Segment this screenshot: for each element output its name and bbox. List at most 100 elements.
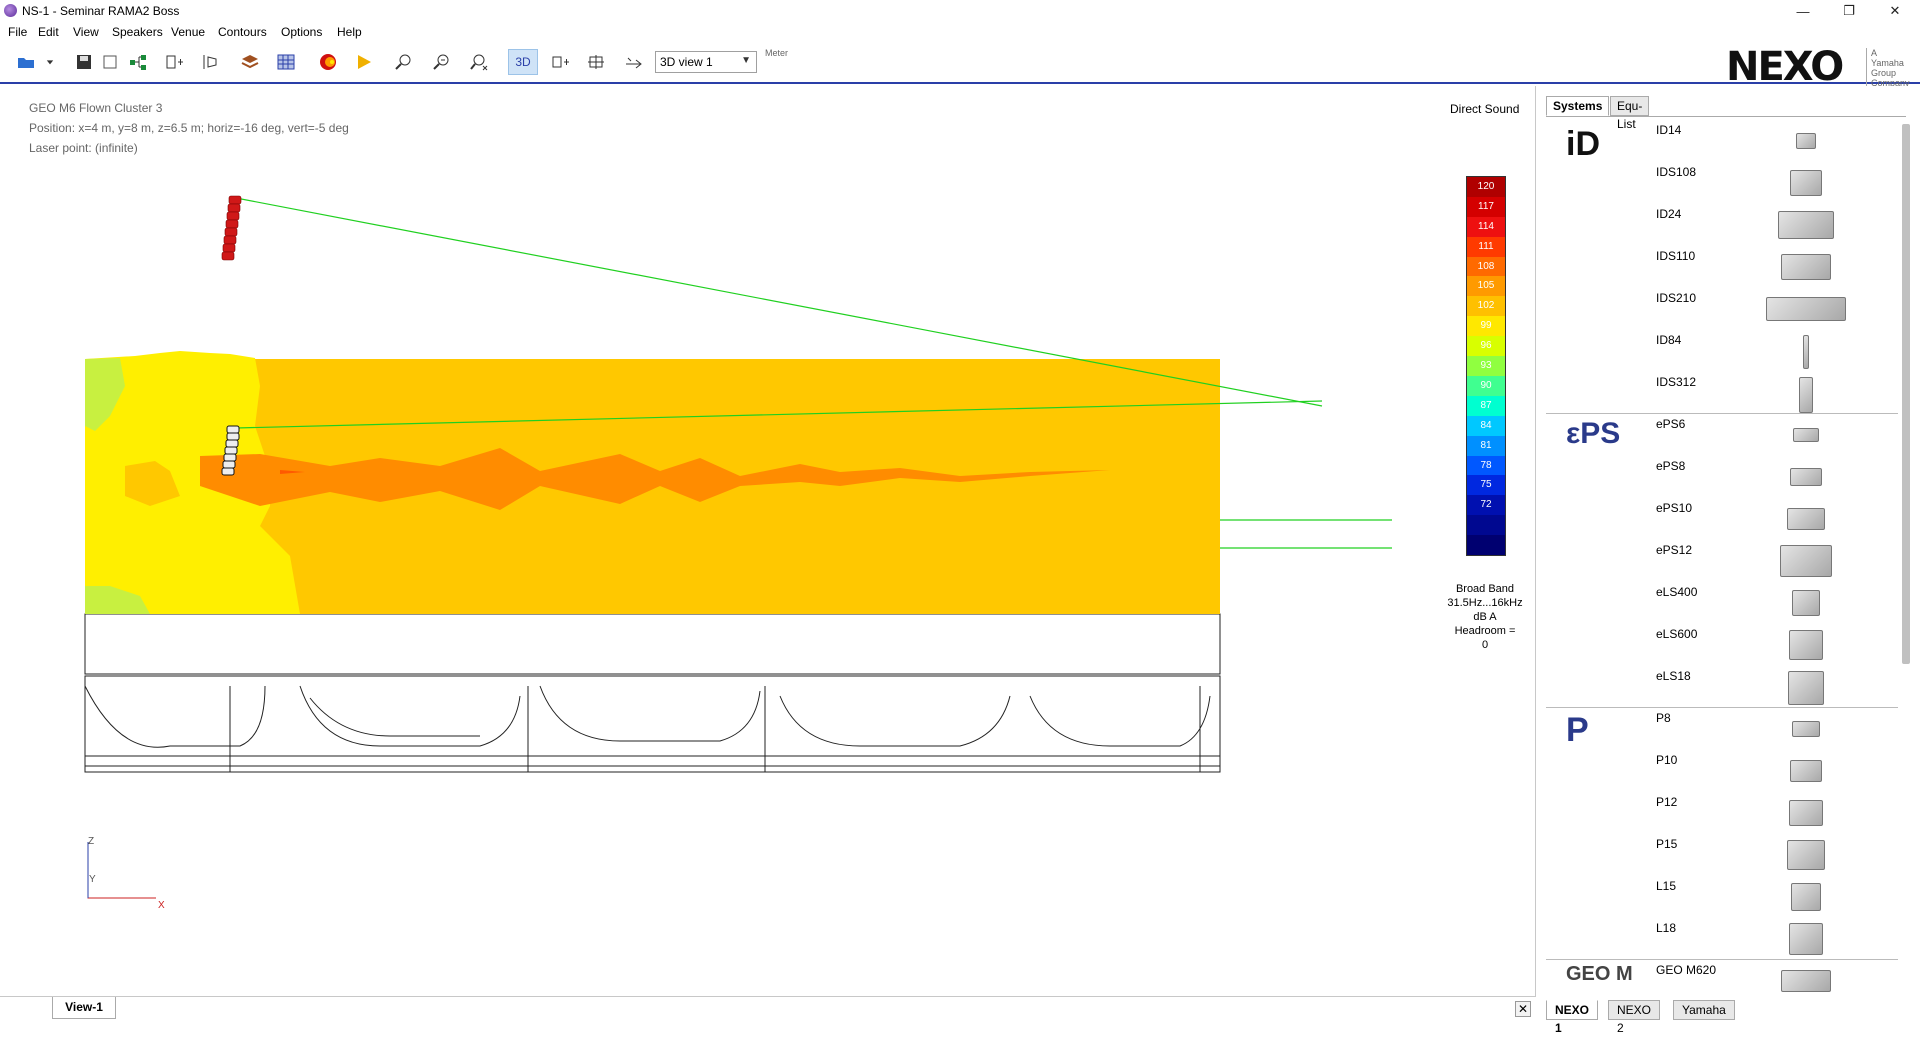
menu-file[interactable]: File <box>8 25 27 39</box>
speaker-name: eLS18 <box>1656 669 1691 683</box>
speaker-name: ID24 <box>1656 207 1682 221</box>
3d-viewport[interactable]: GEO M6 Flown Cluster 3 Position: x=4 m, … <box>0 86 1536 996</box>
view-select[interactable]: 3D view 1 ▼ <box>655 51 757 73</box>
speaker-item[interactable]: IDS108 <box>1546 159 1906 201</box>
app-icon <box>4 4 17 17</box>
speaker-thumbnail-icon <box>1789 800 1823 826</box>
zoom-fit-icon[interactable] <box>467 50 491 74</box>
minimize-button[interactable]: — <box>1780 0 1826 22</box>
scale-level: 105 <box>1467 276 1505 297</box>
speaker-item[interactable]: IDS210 <box>1546 285 1906 327</box>
scale-level: 84 <box>1467 415 1505 436</box>
speaker-item[interactable]: ePS12 <box>1546 537 1906 579</box>
window-title: NS-1 - Seminar RAMA2 Boss <box>22 4 180 18</box>
array-icon[interactable] <box>198 50 222 74</box>
tab-nexo-2[interactable]: NEXO 2 <box>1608 1000 1661 1035</box>
speaker-item[interactable]: L18 <box>1546 915 1906 957</box>
speaker-item[interactable]: P8 <box>1546 705 1906 747</box>
layers-icon[interactable] <box>238 50 262 74</box>
close-button[interactable]: ✕ <box>1872 0 1918 22</box>
speaker-item[interactable]: L15 <box>1546 873 1906 915</box>
speaker-name: P12 <box>1656 795 1678 809</box>
speaker-item[interactable]: IDS312 <box>1546 369 1906 413</box>
speaker-item[interactable]: P15 <box>1546 831 1906 873</box>
spl-map-icon[interactable] <box>316 50 340 74</box>
view-select-value: 3D view 1 <box>660 55 713 69</box>
open-dropdown-icon[interactable] <box>44 50 56 74</box>
speaker-thumbnail-icon <box>1789 923 1823 955</box>
chevron-down-icon: ▼ <box>741 55 751 66</box>
scale-level: 87 <box>1467 395 1505 416</box>
close-view-button[interactable]: ✕ <box>1515 1001 1531 1017</box>
speaker-thumbnail-icon <box>1781 970 1831 992</box>
speaker-name: IDS312 <box>1656 375 1697 389</box>
scale-level: 117 <box>1467 196 1505 217</box>
speaker-thumbnail-icon <box>1793 428 1819 442</box>
play-icon[interactable] <box>352 50 376 74</box>
new-view-icon[interactable] <box>98 50 122 74</box>
scale-level: 114 <box>1467 216 1505 237</box>
speaker-item[interactable]: ID24 <box>1546 201 1906 243</box>
spl-contour-map <box>85 351 1220 614</box>
axis-y-label: Y <box>89 874 96 885</box>
speaker-name: ID84 <box>1656 333 1682 347</box>
speaker-item[interactable]: IDS110 <box>1546 243 1906 285</box>
menu-view[interactable]: View <box>73 25 99 39</box>
zoom-in-icon[interactable] <box>392 50 416 74</box>
speaker-item[interactable]: ID84 <box>1546 327 1906 369</box>
speaker-item[interactable]: eLS18 <box>1546 663 1906 705</box>
speaker-name: ePS10 <box>1656 501 1693 515</box>
speaker-item[interactable]: ePS6 <box>1546 411 1906 453</box>
speaker-item[interactable]: P12 <box>1546 789 1906 831</box>
speaker-name: ePS8 <box>1656 459 1686 473</box>
open-folder-icon[interactable] <box>14 50 38 74</box>
axis-z-label: Z <box>88 836 95 847</box>
speaker-item[interactable]: eLS400 <box>1546 579 1906 621</box>
maximize-button[interactable]: ❐ <box>1826 0 1872 22</box>
scale-level: 90 <box>1467 375 1505 396</box>
tab-view-1[interactable]: View-1 <box>52 997 116 1019</box>
save-icon[interactable] <box>72 50 96 74</box>
grid-icon[interactable] <box>274 50 298 74</box>
broadband-line: 31.5Hz...16kHz <box>1447 597 1523 609</box>
speaker-item[interactable]: ePS10 <box>1546 495 1906 537</box>
tab-equ-list[interactable]: Equ-List <box>1610 96 1650 131</box>
panel-scrollbar[interactable] <box>1902 124 1910 664</box>
scale-level: 72 <box>1467 495 1505 516</box>
speaker-name: P15 <box>1656 837 1678 851</box>
tab-yamaha[interactable]: Yamaha <box>1673 1000 1735 1020</box>
speaker-name: L15 <box>1656 879 1677 893</box>
menu-options[interactable]: Options <box>281 25 322 39</box>
speaker-item[interactable]: eLS600 <box>1546 621 1906 663</box>
network-icon[interactable] <box>126 50 150 74</box>
tab-nexo-1[interactable]: NEXO 1 <box>1546 1000 1599 1035</box>
speaker-item[interactable]: ID14 <box>1546 117 1906 159</box>
mode-3d-button[interactable]: 3D <box>508 49 538 75</box>
yamaha-line: Yamaha <box>1871 58 1904 68</box>
speaker-thumbnail-icon <box>1792 721 1820 737</box>
broadband-info: Broad Band 31.5Hz...16kHz dB A Headroom … <box>1440 582 1530 652</box>
speaker-item[interactable]: ePS8 <box>1546 453 1906 495</box>
yamaha-line: Group <box>1871 68 1897 78</box>
menu-contours[interactable]: Contours <box>218 25 267 39</box>
top-view-icon[interactable] <box>584 50 608 74</box>
menu-venue[interactable]: Venue <box>171 25 205 39</box>
add-speaker-icon[interactable] <box>162 50 186 74</box>
side-view-icon[interactable] <box>548 50 572 74</box>
menu-speakers[interactable]: Speakers <box>112 25 163 39</box>
menu-help[interactable]: Help <box>337 25 362 39</box>
speaker-item[interactable]: P10 <box>1546 747 1906 789</box>
menu-bar: File Edit View Speakers Venue Contours O… <box>0 22 1920 42</box>
speaker-item[interactable]: GEO M620 <box>1546 957 1906 996</box>
scale-level <box>1467 535 1505 555</box>
tab-systems[interactable]: Systems <box>1546 96 1610 116</box>
scale-level: 99 <box>1467 316 1505 337</box>
speaker-name: GEO M620 <box>1656 963 1717 977</box>
speaker-thumbnail-icon <box>1789 630 1823 660</box>
speaker-thumbnail-icon <box>1780 545 1832 577</box>
menu-edit[interactable]: Edit <box>38 25 59 39</box>
zoom-out-icon[interactable] <box>430 50 454 74</box>
laser-icon[interactable] <box>622 50 646 74</box>
direct-sound-label: Direct Sound <box>1450 102 1520 116</box>
speaker-thumbnail-icon <box>1790 468 1822 486</box>
